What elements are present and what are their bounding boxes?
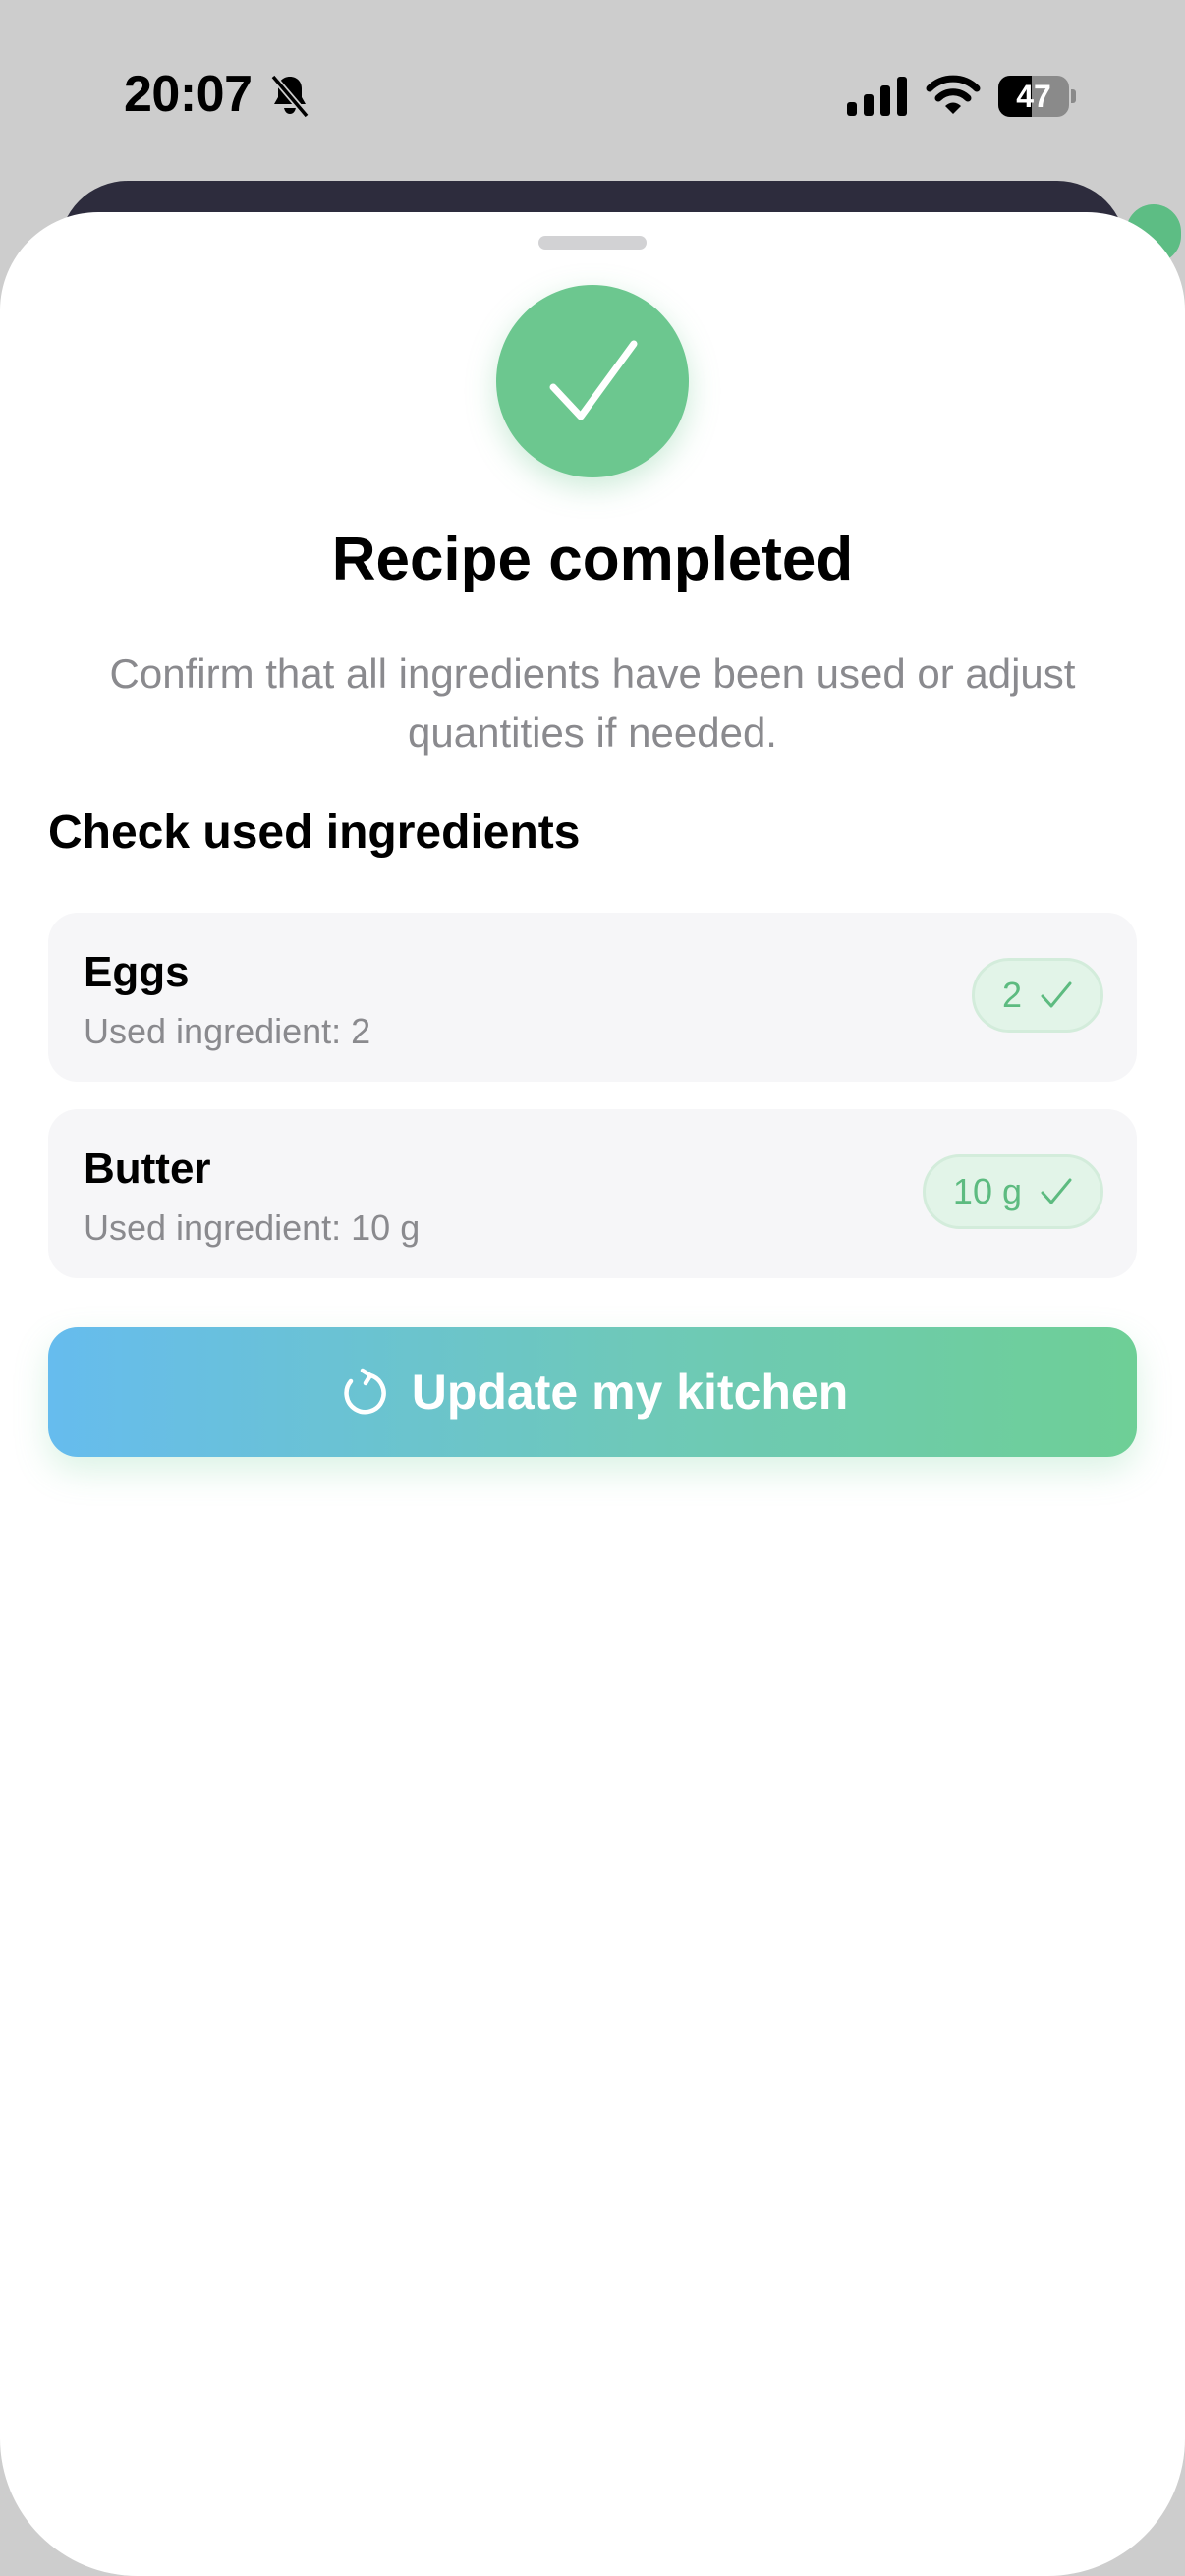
ingredient-name: Butter — [84, 1145, 211, 1193]
quantity-value: 10 g — [952, 1171, 1022, 1211]
sheet-title: Recipe completed — [331, 526, 854, 593]
checkmark-icon — [549, 340, 638, 420]
sheet-grabber-handle[interactable] — [538, 236, 647, 250]
ingredient-card-eggs[interactable]: Eggs Used ingredient: 2 2 — [48, 913, 1137, 1082]
battery-cap — [1071, 89, 1076, 103]
status-time: 20:07 — [124, 66, 253, 123]
status-bar: 20:07 47 — [0, 0, 1185, 187]
ingredient-used-text: Used ingredient: 2 — [84, 1011, 371, 1051]
cellular-signal-icon — [847, 77, 907, 116]
battery-icon: 47 — [998, 76, 1076, 117]
ingredient-used-text: Used ingredient: 10 g — [84, 1207, 421, 1248]
update-button-label: Update my kitchen — [411, 1365, 849, 1420]
check-icon — [1041, 981, 1072, 1008]
check-icon — [1041, 1178, 1072, 1204]
quantity-pill[interactable]: 2 — [971, 958, 1103, 1033]
quantity-pill[interactable]: 10 g — [922, 1154, 1103, 1229]
quantity-value: 2 — [1001, 975, 1022, 1015]
update-my-kitchen-button[interactable]: Update my kitchen — [48, 1327, 1137, 1457]
ingredient-name: Eggs — [84, 948, 190, 996]
ingredient-card-butter[interactable]: Butter Used ingredient: 10 g 10 g — [48, 1109, 1137, 1278]
battery-percentage: 47 — [1016, 79, 1051, 114]
recipe-completed-sheet: Recipe completed Confirm that all ingred… — [0, 212, 1185, 2576]
bell-slash-icon — [270, 74, 310, 119]
battery-body: 47 — [998, 76, 1069, 117]
refresh-icon — [344, 1368, 386, 1415]
wifi-icon — [926, 75, 981, 114]
section-title: Check used ingredients — [48, 807, 581, 859]
sheet-subtitle: Confirm that all ingredients have been u… — [109, 650, 1076, 756]
success-badge — [496, 285, 689, 477]
